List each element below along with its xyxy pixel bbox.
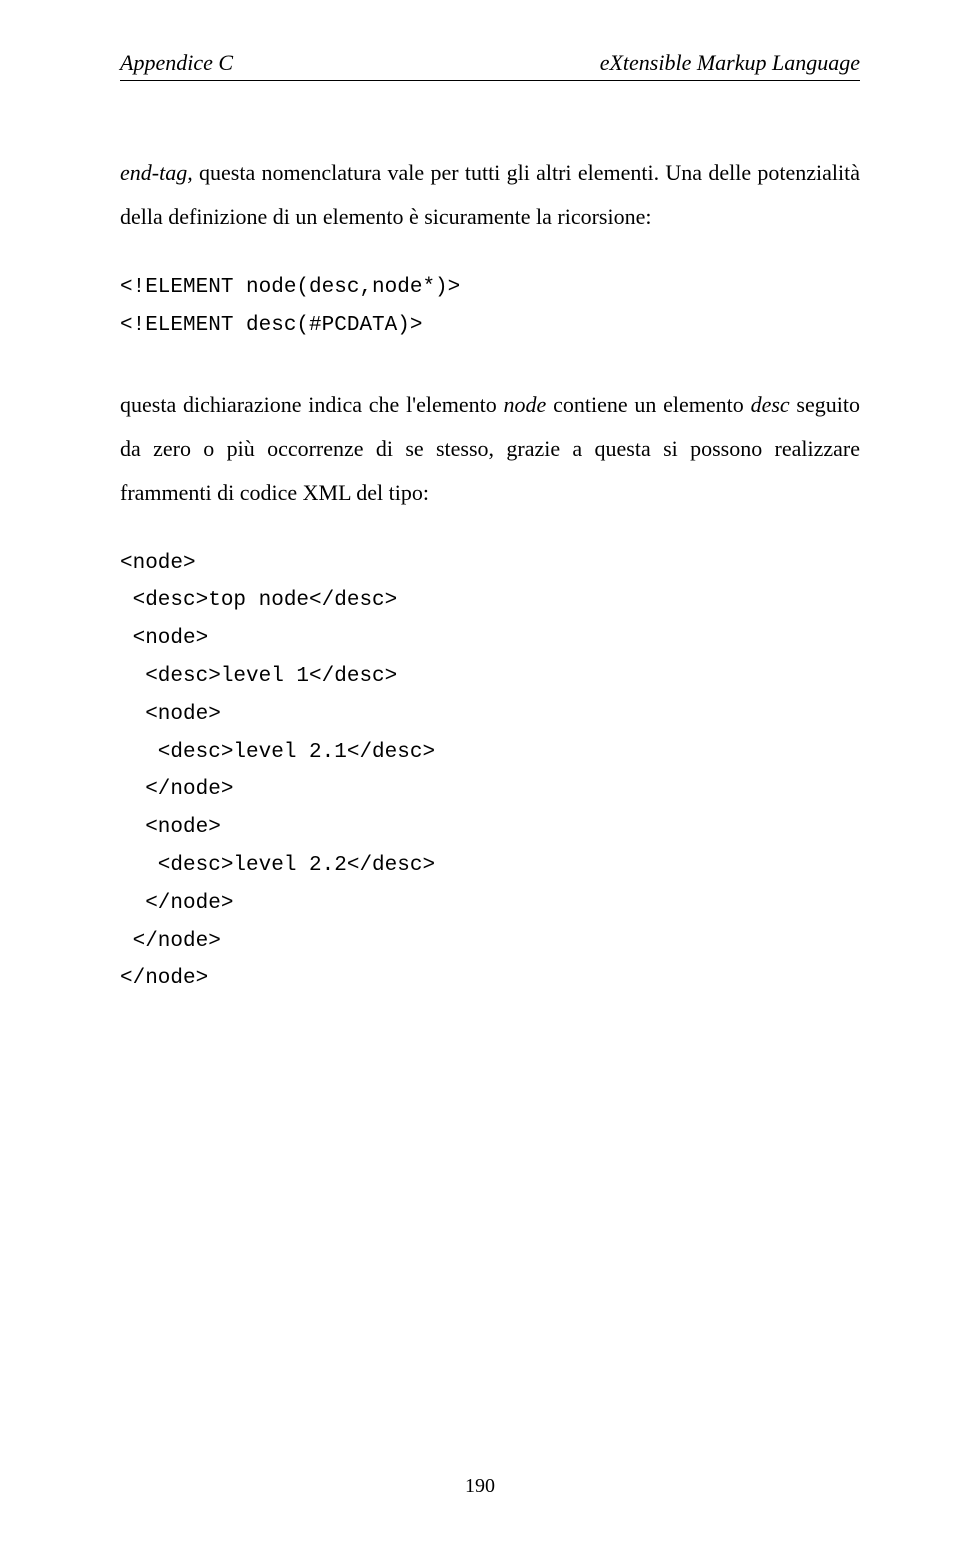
para2-t1: questa dichiarazione indica che l'elemen…: [120, 392, 504, 417]
code-block-2: <node> <desc>top node</desc> <node> <des…: [120, 545, 860, 999]
page-container: Appendice C eXtensible Markup Language e…: [0, 0, 960, 1550]
header-right-rest: Xtensible Markup Language: [609, 50, 860, 75]
page-header: Appendice C eXtensible Markup Language: [120, 50, 860, 81]
para2-t4: desc: [751, 392, 790, 417]
page-number: 190: [0, 1475, 960, 1498]
header-right-prefix: e: [600, 50, 610, 75]
header-right: eXtensible Markup Language: [600, 50, 860, 76]
header-left: Appendice C: [120, 50, 233, 76]
paragraph-1: end-tag, questa nomenclatura vale per tu…: [120, 151, 860, 239]
code-block-1: <!ELEMENT node(desc,node*)> <!ELEMENT de…: [120, 269, 860, 345]
para2-t2: node: [504, 392, 547, 417]
paragraph-2: questa dichiarazione indica che l'elemen…: [120, 383, 860, 515]
para1-t2: questa nomenclatura vale per tutti gli a…: [120, 160, 860, 229]
para2-t3: contiene un elemento: [546, 392, 750, 417]
para1-t1: end-tag,: [120, 160, 193, 185]
